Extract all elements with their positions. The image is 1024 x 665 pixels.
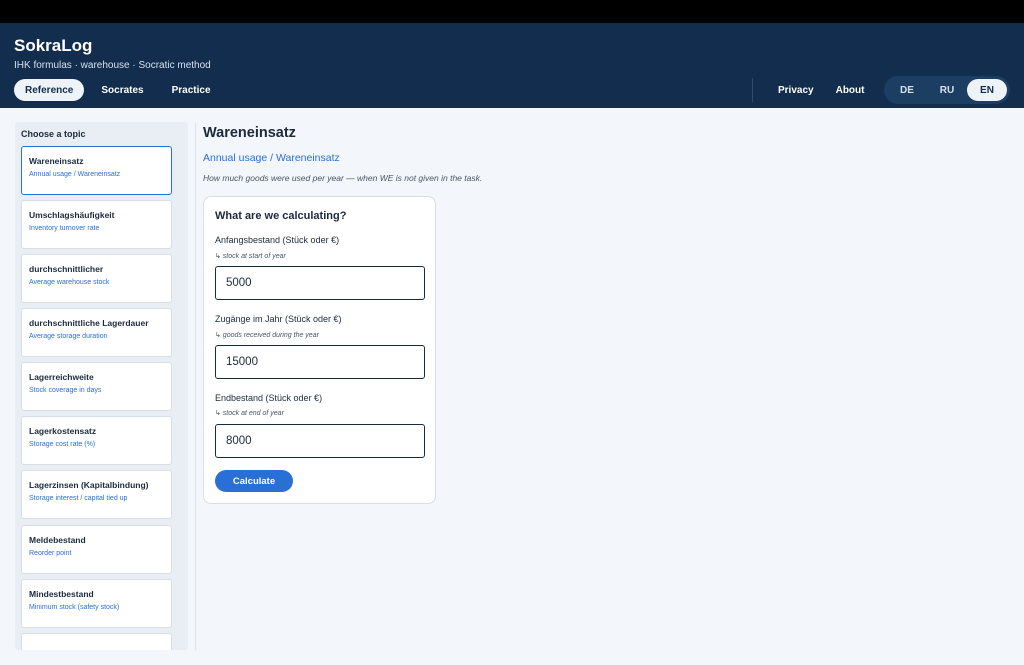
topic-subtitle: Storage cost rate (%)	[29, 441, 96, 448]
endbestand-hint: ↳ stock at end of year	[215, 410, 284, 417]
main-nav: Reference Socrates Practice	[14, 79, 222, 101]
anfangsbestand-hint: ↳ stock at start of year	[215, 253, 286, 260]
sidebar-divider	[195, 122, 196, 650]
topic-subtitle: Stock coverage in days	[29, 387, 102, 394]
privacy-link[interactable]: Privacy	[770, 79, 822, 101]
topic-name: durchschnittliche Lagerdauer	[29, 318, 149, 328]
card-title: What are we calculating?	[215, 210, 347, 222]
topic-name: durchschnittlicher	[29, 264, 104, 274]
topic-meldebestand[interactable]: Meldebestand Reorder point	[21, 525, 172, 574]
sidebar-title: Choose a topic	[21, 129, 86, 139]
lang-en-button[interactable]: EN	[967, 79, 1007, 101]
topic-name: Meldebestand	[29, 535, 86, 545]
page-title: Wareneinsatz	[203, 125, 296, 141]
nav-socrates[interactable]: Socrates	[90, 79, 154, 101]
topic-sidebar: Choose a topic Wareneinsatz Annual usage…	[15, 122, 188, 650]
nav-reference[interactable]: Reference	[14, 79, 85, 101]
header-divider	[752, 78, 753, 102]
topic-name: Lagerreichweite	[29, 372, 94, 382]
topic-name: Wareneinsatz	[29, 156, 84, 166]
zugaenge-hint: ↳ goods received during the year	[215, 332, 319, 339]
calculate-button[interactable]: Calculate	[215, 470, 293, 492]
topic-name: Lagerzinsen (Kapitalbindung)	[29, 480, 149, 490]
topic-subtitle: Storage interest / capital tied up	[29, 495, 128, 502]
nav-practice[interactable]: Practice	[161, 79, 222, 101]
topic-name: Mindestbestand	[29, 589, 94, 599]
topic-subtitle: Average storage duration	[29, 333, 108, 340]
topic-lagerkostensatz[interactable]: Lagerkostensatz Storage cost rate (%)	[21, 416, 172, 465]
topic-umschlagshaeufigkeit[interactable]: Umschlagshäufigkeit Inventory turnover r…	[21, 200, 172, 249]
app-header: SokraLog IHK formulas · warehouse · Socr…	[0, 23, 1024, 108]
topic-subtitle: Reorder point	[29, 550, 72, 557]
language-switcher: DE RU EN	[884, 76, 1010, 104]
topic-name: Umschlagshäufigkeit	[29, 210, 115, 220]
topic-durchschnittliche-lagerdauer[interactable]: durchschnittliche Lagerdauer Average sto…	[21, 308, 172, 357]
topic-next-partial[interactable]	[21, 633, 172, 650]
lang-ru-button[interactable]: RU	[927, 79, 967, 101]
topic-mindestbestand[interactable]: Mindestbestand Minimum stock (safety sto…	[21, 579, 172, 628]
topic-name: Lagerkostensatz	[29, 426, 97, 436]
page-description: How much goods were used per year — when…	[203, 173, 483, 183]
topic-wareneinsatz[interactable]: Wareneinsatz Annual usage / Wareneinsatz	[21, 146, 172, 195]
topic-lagerzinsen[interactable]: Lagerzinsen (Kapitalbindung) Storage int…	[21, 470, 172, 519]
app-title: SokraLog	[14, 36, 93, 55]
topic-subtitle: Average warehouse stock	[29, 279, 110, 286]
header-links: Privacy About	[770, 79, 872, 101]
topic-subtitle: Inventory turnover rate	[29, 225, 100, 232]
lang-de-button[interactable]: DE	[887, 79, 927, 101]
anfangsbestand-input[interactable]	[215, 266, 425, 300]
topic-lagerreichweite[interactable]: Lagerreichweite Stock coverage in days	[21, 362, 172, 411]
screen-top-bar	[0, 0, 1024, 23]
about-link[interactable]: About	[828, 79, 873, 101]
endbestand-label: Endbestand (Stück oder €)	[215, 393, 323, 403]
endbestand-input[interactable]	[215, 424, 425, 458]
zugaenge-label: Zugänge im Jahr (Stück oder €)	[215, 314, 342, 324]
anfangsbestand-label: Anfangsbestand (Stück oder €)	[215, 235, 340, 245]
topic-durchschnittlicher-lagerbestand[interactable]: durchschnittlicher Average warehouse sto…	[21, 254, 172, 303]
page-subtitle: Annual usage / Wareneinsatz	[203, 152, 340, 164]
app-subtitle: IHK formulas · warehouse · Socratic meth…	[14, 60, 211, 71]
topic-subtitle: Annual usage / Wareneinsatz	[29, 171, 121, 178]
calculation-card: What are we calculating? Anfangsbestand …	[203, 196, 436, 504]
topic-subtitle: Minimum stock (safety stock)	[29, 604, 120, 611]
zugaenge-input[interactable]	[215, 345, 425, 379]
